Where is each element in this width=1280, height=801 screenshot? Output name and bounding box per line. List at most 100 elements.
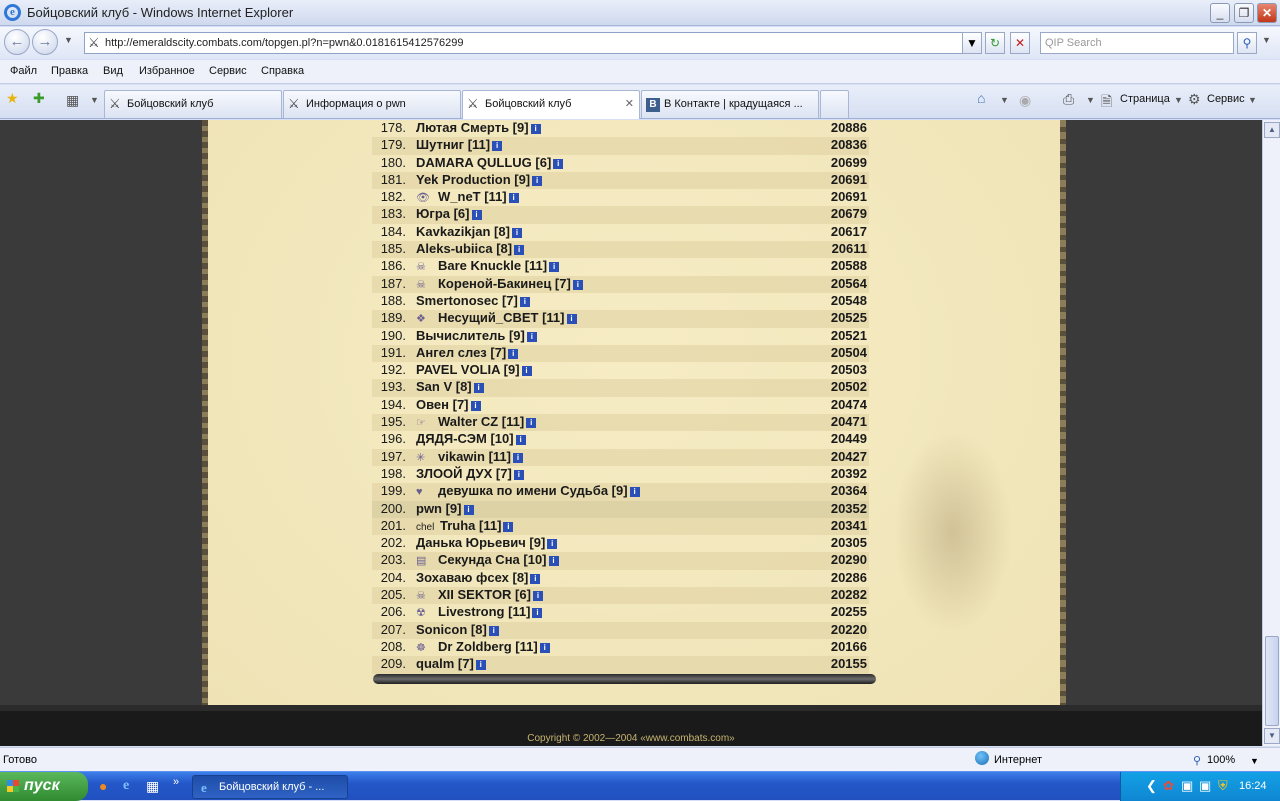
- page-dropdown-icon[interactable]: ▼: [1174, 95, 1183, 105]
- quick-tabs-icon[interactable]: ▦: [66, 92, 79, 109]
- home-icon[interactable]: ⌂: [977, 90, 985, 106]
- player-name[interactable]: Aleks-ubiica [8]: [416, 241, 512, 256]
- player-name[interactable]: Smertonosec [7]: [416, 293, 518, 308]
- player-name[interactable]: pwn [9]: [416, 501, 462, 516]
- player-name[interactable]: Sonicon [8]: [416, 622, 487, 637]
- menu-file[interactable]: Файл: [10, 65, 37, 77]
- info-icon[interactable]: i: [492, 141, 503, 152]
- search-options-icon[interactable]: ▼: [1262, 35, 1271, 45]
- scroll-thumb[interactable]: [1265, 636, 1279, 726]
- player-name[interactable]: vikawin [11]: [438, 449, 511, 464]
- info-icon[interactable]: i: [511, 227, 522, 238]
- player-name[interactable]: Овен [7]: [416, 397, 469, 412]
- player-name[interactable]: Несущий_СВЕТ [11]: [438, 310, 565, 325]
- tools-menu-button[interactable]: Сервис: [1207, 93, 1245, 105]
- info-icon[interactable]: i: [512, 452, 523, 463]
- zoom-level[interactable]: 100%: [1207, 754, 1235, 766]
- scroll-up-icon[interactable]: ▲: [1264, 122, 1280, 138]
- menu-view[interactable]: Вид: [103, 65, 123, 77]
- info-icon[interactable]: i: [526, 418, 537, 429]
- info-icon[interactable]: i: [547, 539, 558, 550]
- tray-network2-icon[interactable]: ▣: [1199, 778, 1211, 794]
- tab-info-pwn[interactable]: ⚔ Информация о pwn: [283, 90, 461, 118]
- info-icon[interactable]: i: [532, 591, 543, 602]
- info-icon[interactable]: i: [526, 331, 537, 342]
- forward-button[interactable]: →: [32, 29, 58, 55]
- player-name[interactable]: Шутниг [11]: [416, 137, 490, 152]
- info-icon[interactable]: i: [475, 660, 486, 671]
- search-input[interactable]: QIP Search: [1040, 32, 1234, 54]
- menu-edit[interactable]: Правка: [51, 65, 88, 77]
- print-dropdown-icon[interactable]: ▼: [1086, 95, 1095, 105]
- home-dropdown-icon[interactable]: ▼: [1000, 95, 1009, 105]
- page-icon[interactable]: 🗎: [1101, 91, 1112, 115]
- info-icon[interactable]: i: [503, 521, 514, 532]
- tray-qip-icon[interactable]: ✿: [1163, 778, 1174, 794]
- new-tab-button[interactable]: [820, 90, 849, 118]
- player-name[interactable]: Walter CZ [11]: [438, 414, 524, 429]
- info-icon[interactable]: i: [530, 573, 541, 584]
- taskbar-window-button[interactable]: e Бойцовский клуб - ...: [192, 775, 348, 799]
- zoom-icon[interactable]: ⚲: [1193, 754, 1201, 767]
- print-icon[interactable]: ⎙: [1063, 91, 1074, 108]
- tray-network-icon[interactable]: ▣: [1181, 778, 1193, 794]
- player-name[interactable]: Данька Юрьевич [9]: [416, 535, 545, 550]
- player-name[interactable]: W_neT [11]: [438, 189, 507, 204]
- feeds-icon[interactable]: ◉: [1019, 92, 1031, 109]
- page-menu-button[interactable]: Страница: [1120, 93, 1170, 105]
- quicklaunch-more-icon[interactable]: »: [173, 776, 179, 788]
- player-name[interactable]: Югра [6]: [416, 206, 470, 221]
- close-button[interactable]: ✕: [1257, 3, 1277, 23]
- vertical-scrollbar[interactable]: ▲ ▼: [1262, 120, 1280, 746]
- player-name[interactable]: ДЯДЯ-СЭМ [10]: [416, 431, 514, 446]
- player-name[interactable]: Livestrong [11]: [438, 604, 530, 619]
- info-icon[interactable]: i: [470, 400, 481, 411]
- gear-icon[interactable]: ⚙: [1188, 91, 1201, 108]
- player-name[interactable]: ЗЛООЙ ДУХ [7]: [416, 466, 512, 481]
- copyright-text[interactable]: Copyright © 2002—2004 «www.combats.com»: [0, 733, 1262, 744]
- firefox-icon[interactable]: ●: [99, 778, 107, 794]
- player-name[interactable]: XII SEKTOR [6]: [438, 587, 531, 602]
- tab-combats-active[interactable]: ⚔ Бойцовский клуб ✕: [462, 90, 640, 119]
- player-name[interactable]: qualm [7]: [416, 656, 474, 671]
- info-icon[interactable]: i: [488, 625, 499, 636]
- history-dropdown-icon[interactable]: ▼: [64, 35, 73, 45]
- address-input[interactable]: ⚔ http://emeraldscity.combats.com/topgen…: [84, 32, 964, 54]
- tray-collapse-icon[interactable]: ❮: [1146, 778, 1157, 794]
- minimize-button[interactable]: _: [1210, 3, 1230, 23]
- info-icon[interactable]: i: [548, 556, 559, 567]
- player-name[interactable]: PAVEL VOLIA [9]: [416, 362, 520, 377]
- info-icon[interactable]: i: [514, 245, 525, 256]
- info-icon[interactable]: i: [629, 487, 640, 498]
- info-icon[interactable]: i: [539, 642, 550, 653]
- player-name[interactable]: DAMARA QULLUG [6]: [416, 155, 551, 170]
- info-icon[interactable]: i: [530, 124, 541, 134]
- player-name[interactable]: Лютая Смерть [9]: [416, 120, 529, 135]
- refresh-button[interactable]: ↻: [985, 32, 1005, 54]
- info-icon[interactable]: i: [513, 469, 524, 480]
- tab-close-icon[interactable]: ✕: [625, 97, 634, 110]
- maximize-button[interactable]: ❐: [1234, 3, 1254, 23]
- info-icon[interactable]: i: [532, 175, 543, 186]
- info-icon[interactable]: i: [553, 158, 564, 169]
- tab-list-dropdown-icon[interactable]: ▼: [90, 95, 99, 105]
- info-icon[interactable]: i: [532, 608, 543, 619]
- tray-shield-icon[interactable]: ⛨: [1218, 778, 1228, 794]
- info-icon[interactable]: i: [473, 383, 484, 394]
- stop-button[interactable]: ✕: [1010, 32, 1030, 54]
- info-icon[interactable]: i: [471, 210, 482, 221]
- player-name[interactable]: девушка по имени Судьба [9]: [438, 483, 628, 498]
- tools-dropdown-icon[interactable]: ▼: [1248, 95, 1257, 105]
- zoom-dropdown-icon[interactable]: ▼: [1250, 756, 1259, 766]
- player-name[interactable]: Dr Zoldberg [11]: [438, 639, 538, 654]
- tab-combats-1[interactable]: ⚔ Бойцовский клуб: [104, 90, 282, 118]
- info-icon[interactable]: i: [519, 296, 530, 307]
- player-name[interactable]: Bare Knuckle [11]: [438, 258, 547, 273]
- menu-help[interactable]: Справка: [261, 65, 304, 77]
- desktop-icon[interactable]: ▦: [146, 778, 159, 795]
- back-button[interactable]: ←: [4, 29, 30, 55]
- info-icon[interactable]: i: [521, 366, 532, 377]
- player-name[interactable]: Truha [11]: [440, 518, 501, 533]
- player-name[interactable]: San V [8]: [416, 379, 472, 394]
- scroll-down-icon[interactable]: ▼: [1264, 728, 1280, 744]
